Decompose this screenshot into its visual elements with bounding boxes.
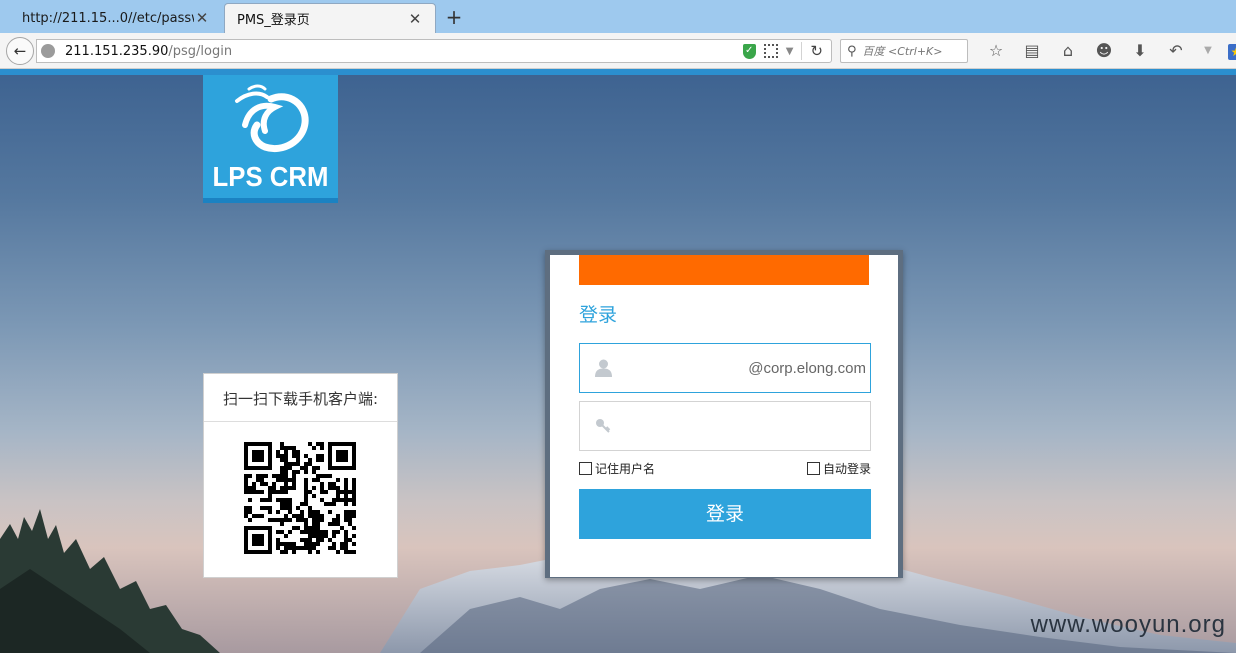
navigation-bar: ← 211.151.235.90 /psg/login ✓ ▼ ↻ ⚲ 百度 <…: [0, 33, 1236, 69]
domain-suffix: @corp.elong.com: [748, 360, 866, 377]
undo-icon[interactable]: ↶: [1158, 41, 1194, 60]
tab-title: http://211.15...0//etc/passwd: [22, 10, 194, 26]
close-icon[interactable]: ✕: [194, 9, 210, 27]
address-bar[interactable]: 211.151.235.90 /psg/login ✓ ▼ ↻: [36, 39, 832, 63]
download-icon[interactable]: ⬇: [1122, 41, 1158, 60]
url-path: /psg/login: [168, 43, 233, 59]
login-panel: 登录 @corp.elong.com 记住用户名 自动登录 登录: [545, 250, 903, 578]
url-host: 211.151.235.90: [65, 43, 169, 59]
reload-icon[interactable]: ↻: [810, 42, 823, 60]
brand-logo: LPS CRM: [203, 75, 338, 203]
banner-bar: [579, 255, 869, 285]
remember-username-option[interactable]: 记住用户名: [579, 460, 655, 477]
dragon-logo-icon: [235, 84, 309, 152]
login-options: 记住用户名 自动登录: [579, 460, 871, 478]
arrow-left-icon: ←: [13, 42, 27, 60]
qr-caption: 扫一扫下载手机客户端:: [204, 374, 397, 422]
toolbar-icons: ☆ ▤ ⌂ ☻ ⬇ ↶ ▼ ★: [978, 41, 1236, 60]
password-field[interactable]: [579, 401, 871, 451]
qr-download-card: 扫一扫下载手机客户端:: [203, 373, 398, 578]
login-button[interactable]: 登录: [579, 489, 871, 539]
reading-list-icon[interactable]: ▤: [1014, 41, 1050, 60]
username-field[interactable]: @corp.elong.com: [579, 343, 871, 393]
shield-icon[interactable]: ✓: [742, 43, 756, 59]
tab-passwd[interactable]: http://211.15...0//etc/passwd ✕: [10, 3, 222, 33]
search-box[interactable]: ⚲ 百度 <Ctrl+K>: [840, 39, 968, 63]
close-icon[interactable]: ✕: [407, 10, 423, 28]
globe-icon: [41, 44, 55, 58]
login-heading: 登录: [579, 304, 618, 326]
search-placeholder: 百度 <Ctrl+K>: [862, 45, 943, 58]
qr-code-image: [244, 442, 356, 554]
remember-username-label: 记住用户名: [595, 462, 656, 476]
logo-text: LPS CRM: [212, 161, 329, 192]
chevron-down-icon[interactable]: ▼: [786, 46, 794, 57]
smiley-icon[interactable]: ☻: [1086, 41, 1122, 60]
tab-strip: http://211.15...0//etc/passwd ✕ PMS_登录页 …: [0, 0, 1236, 33]
auto-login-label: 自动登录: [822, 462, 871, 476]
address-bar-tools: ✓ ▼ ↻: [742, 42, 831, 60]
remember-username-checkbox[interactable]: [579, 462, 592, 475]
star-icon[interactable]: ☆: [978, 41, 1014, 60]
tab-title: PMS_登录页: [237, 13, 310, 28]
watermark: www.wooyun.org: [1030, 611, 1226, 638]
divider: [801, 42, 803, 60]
qr-code-icon[interactable]: [763, 44, 778, 58]
auto-login-option[interactable]: 自动登录: [806, 460, 871, 477]
tab-pms-login[interactable]: PMS_登录页 ✕: [224, 3, 436, 33]
key-icon: [596, 419, 611, 433]
home-icon[interactable]: ⌂: [1050, 41, 1086, 60]
auto-login-checkbox[interactable]: [806, 462, 820, 475]
new-tab-button[interactable]: +: [444, 5, 464, 29]
back-button[interactable]: ←: [6, 37, 34, 65]
user-icon: [595, 359, 612, 377]
page-background: LPS CRM 扫一扫下载手机客户端: 登录 @corp.elong.com 记…: [0, 69, 1236, 653]
password-input[interactable]: [620, 402, 820, 450]
search-icon: ⚲: [847, 43, 857, 59]
chevron-down-icon[interactable]: ▼: [1194, 45, 1222, 56]
extension-icon[interactable]: ★: [1222, 41, 1236, 60]
